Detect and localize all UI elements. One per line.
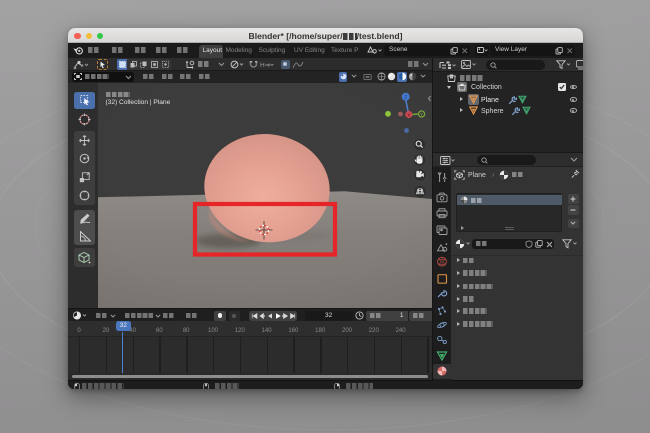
svg-text:H: H <box>260 62 265 69</box>
